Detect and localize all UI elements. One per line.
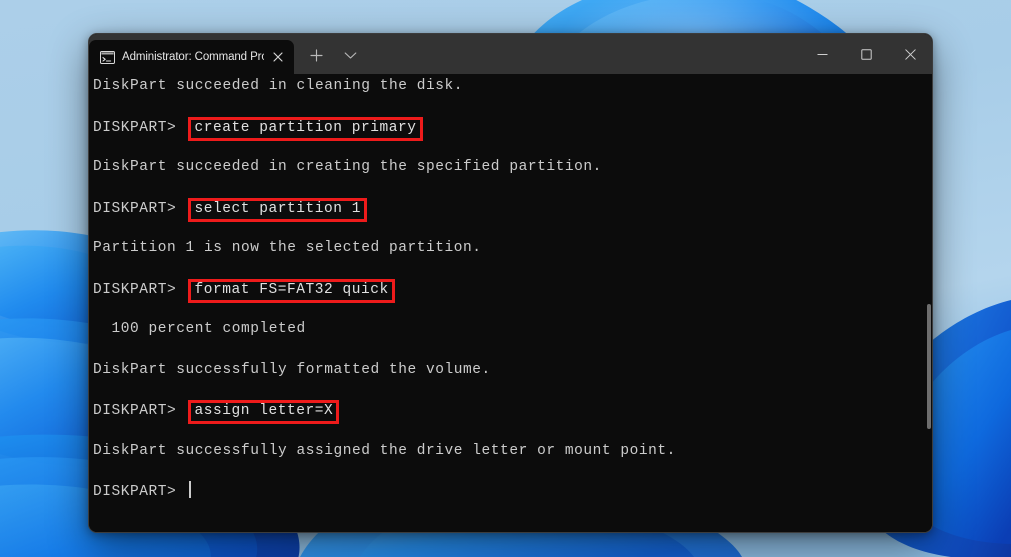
close-icon xyxy=(904,48,916,60)
console-line: DISKPART> assign letter=X xyxy=(93,400,340,424)
terminal-output-area[interactable]: DiskPart succeeded in cleaning the disk.… xyxy=(89,74,932,532)
console-text: Partition 1 is now the selected partitio… xyxy=(93,240,482,256)
console-line: DiskPart successfully assigned the drive… xyxy=(93,441,676,461)
command-prompt-icon xyxy=(100,50,115,64)
console-text: DiskPart succeeded in creating the speci… xyxy=(93,159,602,175)
terminal-scrollbar[interactable] xyxy=(925,74,932,532)
console-text: DISKPART> xyxy=(93,484,186,500)
console-line: DISKPART> create partition primary xyxy=(93,116,423,141)
plus-icon xyxy=(309,48,323,62)
console-text: DiskPart succeeded in cleaning the disk. xyxy=(93,78,464,94)
tab-command-prompt[interactable]: Administrator: Command Prom xyxy=(89,40,294,74)
desktop: Administrator: Command Prom DiskPart suc… xyxy=(0,0,1011,557)
highlighted-command: select partition 1 xyxy=(187,197,368,222)
terminal-window: Administrator: Command Prom DiskPart suc… xyxy=(88,33,933,533)
console-text: 100 percent completed xyxy=(93,321,306,337)
window-controls xyxy=(800,34,932,74)
console-line: DiskPart successfully formatted the volu… xyxy=(93,360,491,380)
close-window-button[interactable] xyxy=(888,34,932,74)
maximize-button[interactable] xyxy=(844,34,888,74)
highlighted-command: format FS=FAT32 quick xyxy=(187,278,395,303)
console-line: DISKPART> xyxy=(93,481,191,501)
console-line: DiskPart succeeded in cleaning the disk. xyxy=(93,76,463,96)
console-text: DiskPart successfully assigned the drive… xyxy=(93,442,676,459)
console-line: DiskPart succeeded in creating the speci… xyxy=(93,157,602,177)
window-titlebar[interactable]: Administrator: Command Prom xyxy=(89,34,932,74)
tab-strip: Administrator: Command Prom xyxy=(89,34,364,74)
console-prompt: DISKPART> xyxy=(93,403,186,419)
tab-close-icon[interactable] xyxy=(268,47,288,67)
new-tab-button[interactable] xyxy=(302,40,330,70)
console-prompt: DISKPART> xyxy=(93,119,186,136)
console-lines: DiskPart succeeded in cleaning the disk.… xyxy=(89,74,932,532)
console-text: DiskPart successfully formatted the volu… xyxy=(93,361,491,378)
titlebar-drag-area[interactable] xyxy=(364,34,800,74)
tab-dropdown-button[interactable] xyxy=(336,40,364,70)
console-line: Partition 1 is now the selected partitio… xyxy=(93,238,482,258)
highlighted-command: create partition primary xyxy=(187,116,423,141)
maximize-icon xyxy=(860,48,872,60)
highlighted-command: assign letter=X xyxy=(187,400,340,424)
console-prompt: DISKPART> xyxy=(93,281,186,298)
console-line: DISKPART> select partition 1 xyxy=(93,197,368,222)
console-line: DISKPART> format FS=FAT32 quick xyxy=(93,278,395,303)
scrollbar-thumb[interactable] xyxy=(927,304,931,429)
minimize-icon xyxy=(817,49,828,60)
text-cursor xyxy=(188,481,191,498)
tab-title: Administrator: Command Prom xyxy=(122,51,264,63)
console-prompt: DISKPART> xyxy=(93,200,186,217)
console-line: 100 percent completed xyxy=(93,319,306,339)
chevron-down-icon xyxy=(344,51,357,60)
minimize-button[interactable] xyxy=(800,34,844,74)
